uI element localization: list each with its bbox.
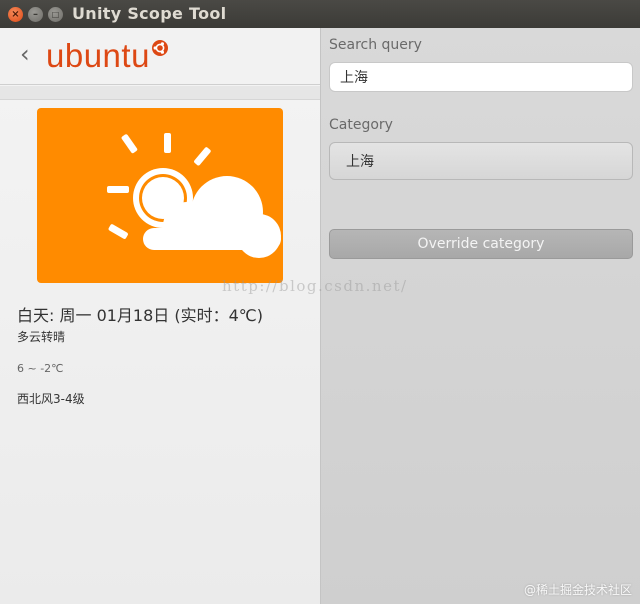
maximize-window-button[interactable]: □	[48, 7, 63, 22]
search-query-input[interactable]: 上海	[329, 62, 633, 92]
window-title: Unity Scope Tool	[72, 4, 227, 23]
preview-header: ‹ ubuntu	[0, 28, 320, 85]
scope-controls-panel: Search query 上海 Category 上海 Override cat…	[320, 28, 640, 604]
category-value: 上海	[346, 154, 374, 170]
minimize-icon: –	[33, 8, 38, 20]
search-query-label: Search query	[329, 37, 422, 53]
back-chevron-icon[interactable]: ‹	[20, 42, 30, 66]
ubuntu-logo-text: ubuntu	[46, 37, 150, 74]
close-window-button[interactable]: ×	[8, 7, 23, 22]
weather-day-line: 白天: 周一 01月18日 (实时：4℃)	[17, 306, 264, 325]
ubuntu-logo: ubuntu	[46, 38, 168, 74]
search-query-value: 上海	[340, 70, 368, 86]
preview-divider	[0, 86, 320, 100]
close-icon: ×	[11, 8, 20, 20]
weather-temperature: 6 ~ -2℃	[17, 362, 64, 375]
override-category-button[interactable]: Override category	[329, 229, 633, 259]
blog-url-watermark: http://blog.csdn.net/	[222, 277, 408, 295]
circle-of-friends-icon	[151, 40, 168, 56]
preview-panel: ‹ ubuntu 白天: 周一 01月18日 (实时：4℃) 多云转晴 6 ~ …	[0, 28, 320, 604]
weather-condition: 多云转晴	[17, 330, 66, 344]
maximize-icon: □	[51, 9, 60, 19]
weather-wind: 西北风3-4级	[17, 392, 85, 406]
minimize-window-button[interactable]: –	[28, 7, 43, 22]
weather-image	[37, 108, 283, 283]
category-selector[interactable]: 上海	[329, 142, 633, 180]
community-watermark: @稀土掘金技术社区	[523, 583, 632, 597]
partly-cloudy-icon	[107, 133, 281, 258]
category-label: Category	[329, 117, 393, 133]
window-titlebar: × – □ Unity Scope Tool	[0, 0, 640, 28]
